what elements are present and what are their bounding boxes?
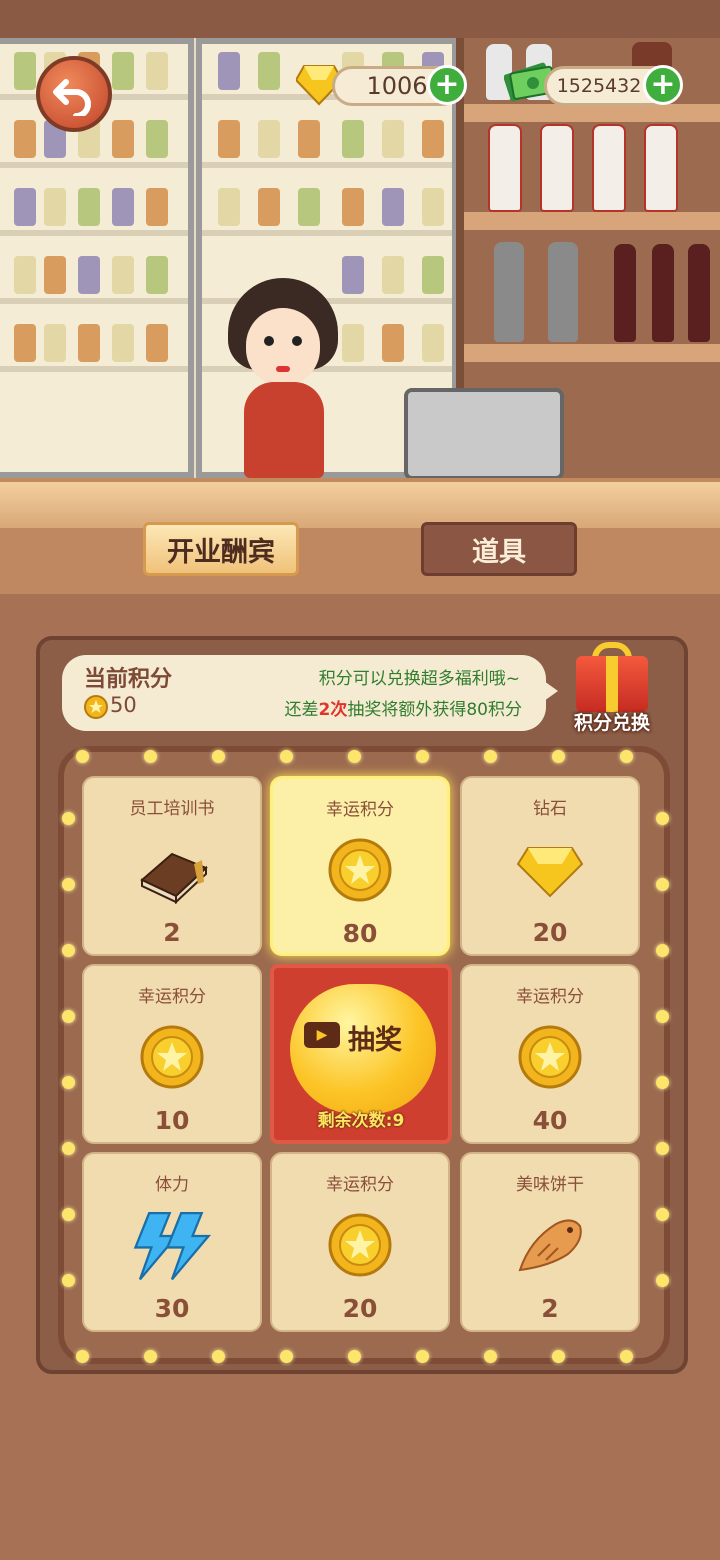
marquee-bulb: [62, 878, 75, 891]
prize-qty: 80: [342, 919, 378, 948]
prize-cell-lucky-points-80: 幸运积分 80: [270, 776, 450, 956]
marquee-bulb: [656, 1076, 669, 1089]
marquee-bulb: [348, 1350, 361, 1363]
marquee-bulb: [348, 750, 361, 763]
prize-qty: 20: [532, 918, 568, 947]
marquee-bulb: [62, 944, 75, 957]
marquee-bulb: [212, 750, 225, 763]
marquee-bulb: [552, 1350, 565, 1363]
prize-qty: 2: [541, 1294, 559, 1323]
marquee-bulb: [212, 1350, 225, 1363]
video-icon: ▶: [304, 1022, 340, 1048]
prize-qty: 20: [342, 1294, 378, 1323]
points-exchange-button[interactable]: 积分兑换: [562, 642, 662, 736]
coin-icon: [140, 1025, 204, 1089]
draw-label: 抽奖: [348, 1025, 402, 1056]
points-info-bubble: 当前积分 积分可以兑换超多福利哦~ 50 还差2次抽奖将额外获得80积分: [62, 655, 558, 731]
marquee-bulb: [656, 1142, 669, 1155]
prize-name: 员工培训书: [129, 799, 215, 819]
tab-opening-promo[interactable]: 开业酬宾: [143, 522, 299, 576]
marquee-bulb: [62, 1208, 75, 1221]
coin-icon: [328, 1213, 392, 1277]
prize-cell-stamina: 体力 30: [82, 1152, 262, 1332]
marquee-bulb: [656, 1208, 669, 1221]
tab-strip: [0, 528, 720, 594]
marquee-bulb: [656, 1010, 669, 1023]
back-arrow-icon: [53, 79, 91, 116]
points-tip: 积分可以兑换超多福利哦~: [318, 669, 520, 689]
bonus-remain-text: 还差2次抽奖将额外获得80积分: [285, 695, 522, 720]
marquee-bulb: [484, 750, 497, 763]
prize-name: 钻石: [533, 799, 567, 819]
prize-qty: 2: [163, 918, 181, 947]
coin-icon: [328, 838, 392, 902]
current-points-title: 当前积分: [84, 667, 173, 692]
add-cash-button[interactable]: +: [643, 65, 683, 105]
fish-cookie-icon: [518, 1219, 582, 1272]
marquee-bulb: [62, 1076, 75, 1089]
marquee-bulb: [144, 750, 157, 763]
marquee-bulb: [76, 1350, 89, 1363]
prize-name: 幸运积分: [138, 987, 206, 1007]
points-exchange-label: 积分兑换: [573, 712, 650, 734]
prize-cell-training-book: 员工培训书 2: [82, 776, 262, 956]
marquee-bulb: [620, 750, 633, 763]
marquee-bulb: [552, 750, 565, 763]
prize-qty: 40: [532, 1106, 568, 1135]
marquee-bulb: [144, 1350, 157, 1363]
marquee-bulb: [280, 1350, 293, 1363]
marquee-bulb: [416, 750, 429, 763]
prize-name: 幸运积分: [516, 987, 584, 1007]
marquee-bulb: [280, 750, 293, 763]
prize-name: 幸运积分: [326, 1175, 394, 1195]
diamond-icon: [516, 847, 584, 898]
marquee-bulb: [656, 812, 669, 825]
prize-qty: 30: [154, 1294, 190, 1323]
book-icon: [140, 852, 208, 904]
marquee-bulb: [62, 812, 75, 825]
prize-name: 体力: [155, 1175, 189, 1195]
marquee-bulb: [62, 1142, 75, 1155]
tab-items[interactable]: 道具: [421, 522, 577, 576]
prize-cell-lucky-points-40: 幸运积分 40: [460, 964, 640, 1144]
add-diamonds-button[interactable]: +: [427, 65, 467, 105]
cash-counter: 1525432 +: [544, 65, 683, 106]
prize-name: 美味饼干: [516, 1175, 584, 1195]
marquee-bulb: [656, 944, 669, 957]
remain-count: 2次: [318, 700, 348, 720]
draw-button[interactable]: ▶ 抽奖 剩余次数:9: [270, 964, 452, 1144]
shop-counter: [0, 478, 720, 528]
prize-cell-lucky-points-10: 幸运积分 10: [82, 964, 262, 1144]
scene-top-beam: [0, 0, 720, 38]
prize-cell-cookie: 美味饼干 2: [460, 1152, 640, 1332]
shop-clerk: [218, 278, 348, 478]
draw-remaining: 剩余次数:9: [317, 1111, 405, 1131]
back-button[interactable]: [36, 56, 112, 132]
current-points-value: 50: [110, 693, 137, 717]
marquee-bulb: [62, 1010, 75, 1023]
marquee-bulb: [620, 1350, 633, 1363]
marquee-bulb: [62, 1274, 75, 1287]
marquee-bulb: [416, 1350, 429, 1363]
lightning-icon: [133, 1212, 212, 1281]
marquee-bulb: [656, 878, 669, 891]
prize-cell-diamond: 钻石 20: [460, 776, 640, 956]
cash-register: [404, 388, 564, 480]
marquee-bulb: [484, 1350, 497, 1363]
remain-suffix: 抽奖将额外获得80积分: [347, 700, 522, 720]
prize-name: 幸运积分: [326, 800, 394, 820]
marquee-bulb: [656, 1274, 669, 1287]
prize-cell-lucky-points-20: 幸运积分 20: [270, 1152, 450, 1332]
marquee-bulb: [76, 750, 89, 763]
remain-prefix: 还差: [284, 700, 319, 720]
coin-icon: [84, 695, 108, 719]
diamond-counter: 1006 +: [332, 65, 467, 106]
coin-icon: [518, 1025, 582, 1089]
prize-qty: 10: [154, 1106, 190, 1135]
